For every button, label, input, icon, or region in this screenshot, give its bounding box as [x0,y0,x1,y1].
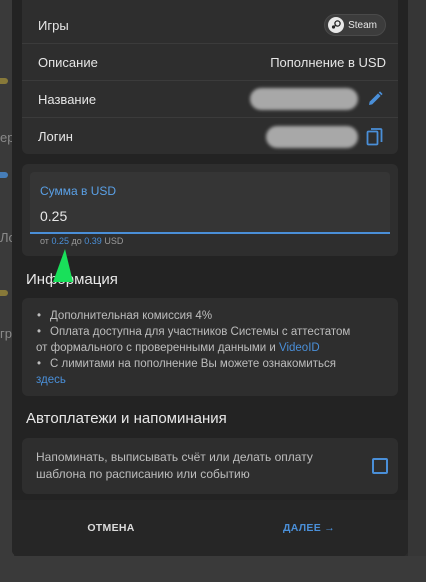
videoid-link[interactable]: VideoID [279,342,320,354]
cancel-button[interactable]: ОТМЕНА [12,508,210,548]
arrow-right-icon: → [324,522,336,534]
steam-icon [328,17,345,33]
steam-badge-label: Steam [348,19,377,31]
amount-label: Сумма в USD [40,184,117,198]
amount-card: Сумма в USD 0.25 от 0.25 до 0.39 USD [22,164,398,256]
list-item: Оплата доступна для участников Системы с… [36,324,384,356]
name-value-redacted [250,88,358,110]
pencil-icon [369,91,383,105]
item-text-continued: от формального с проверенными данными и [36,342,276,354]
list-item: Дополнительная комиссия 4% [37,308,384,324]
login-value-redacted [266,125,358,148]
copy-login-button[interactable] [364,126,386,148]
reminder-checkbox[interactable] [372,458,388,474]
row-label: Логин [38,129,73,144]
background-yellow-mark [0,290,8,296]
green-pointer-icon [53,249,73,282]
amount-max-link[interactable]: 0.39 [84,236,102,246]
item-text: Оплата доступна для участников Системы с… [50,326,351,338]
list-item: С лимитами на пополнение Вы можете ознак… [36,356,384,388]
row-label: Название [38,91,97,107]
background-right-strip [408,0,426,582]
amount-input[interactable]: Сумма в USD 0.25 [30,172,390,234]
information-card: Дополнительная комиссия 4% Оплата доступ… [22,298,398,396]
hint-to: до [71,236,82,246]
autopayments-title: Автоплатежи и напоминания [26,410,227,427]
row-name: Название [22,81,398,118]
item-text: Дополнительная комиссия 4% [50,310,213,322]
edit-name-button[interactable] [364,88,386,110]
background-blue-mark [0,172,8,178]
description-value: Пополнение в USD [270,54,386,70]
copy-icon [366,127,383,145]
amount-range-hint: от 0.25 до 0.39 USD [40,236,123,246]
reminder-option[interactable]: Напоминать, выписывать счёт или делать о… [22,438,398,494]
dialog-footer: ОТМЕНА ДАЛЕЕ → [12,500,408,556]
row-games: Игры Steam [22,7,398,44]
reminder-line: Напоминать, выписывать счёт или делать о… [36,450,313,464]
item-text: С лимитами на пополнение Вы можете ознак… [50,358,336,370]
reminder-text: Напоминать, выписывать счёт или делать о… [36,449,372,483]
row-description: Описание Пополнение в USD [22,44,398,81]
next-button-label: ДАЛЕЕ [282,522,322,534]
amount-value: 0.25 [40,208,68,224]
information-list: Дополнительная комиссия 4% Оплата доступ… [36,308,384,388]
limits-link[interactable]: здесь [36,374,66,386]
hint-from: от [40,236,49,246]
row-login: Логин [22,118,398,155]
background-bottom-strip [0,556,426,582]
reminder-line: шаблона по расписанию или событию [36,467,250,481]
row-label: Описание [38,54,98,70]
background-yellow-mark [0,78,8,84]
steam-badge: Steam [324,14,386,36]
background-text-fragment: гр [0,326,12,341]
next-button[interactable]: ДАЛЕЕ → [210,508,408,548]
details-card: Игры Steam Описание Пополнение в USD Наз… [22,0,398,154]
hint-currency: USD [104,236,124,246]
row-label: Игры [38,17,69,33]
amount-min-link[interactable]: 0.25 [51,236,69,246]
